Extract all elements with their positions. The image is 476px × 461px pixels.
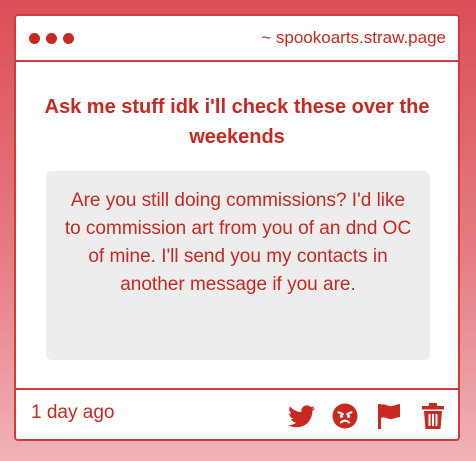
flag-icon bbox=[378, 404, 400, 429]
action-bar bbox=[286, 402, 448, 430]
page-title: Ask me stuff idk i'll check these over t… bbox=[44, 96, 430, 148]
page-url[interactable]: ~ spookoarts.straw.page bbox=[261, 28, 446, 48]
window-dot-icon bbox=[29, 33, 40, 44]
twitter-icon bbox=[287, 404, 315, 427]
timestamp: 1 day ago bbox=[31, 402, 115, 423]
window-titlebar: ~ spookoarts.straw.page bbox=[16, 16, 458, 62]
window-dots bbox=[29, 33, 74, 44]
question-text: Are you still doing commissions? I'd lik… bbox=[46, 171, 430, 360]
report-abuse-button[interactable] bbox=[330, 402, 360, 430]
delete-button[interactable] bbox=[418, 402, 448, 430]
flag-button[interactable] bbox=[374, 402, 404, 430]
trash-icon bbox=[422, 403, 444, 429]
share-twitter-button[interactable] bbox=[286, 402, 316, 430]
card-footer: 1 day ago bbox=[16, 388, 458, 439]
window-dot-icon bbox=[46, 33, 57, 44]
angry-face-icon bbox=[332, 403, 358, 429]
ask-card: ~ spookoarts.straw.page Ask me stuff idk… bbox=[14, 14, 460, 441]
window-dot-icon bbox=[63, 33, 74, 44]
